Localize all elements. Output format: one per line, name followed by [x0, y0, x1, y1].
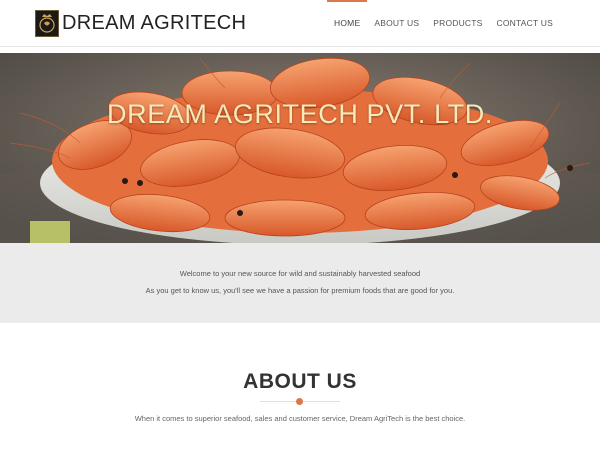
welcome-band: Welcome to your new source for wild and … [0, 243, 600, 323]
logo-link[interactable]: DREAM AGRITECH [35, 10, 246, 37]
divider-dot-icon [296, 398, 303, 405]
welcome-text-2: As you get to know us, you'll see we hav… [145, 286, 455, 295]
brand-name: DREAM AGRITECH [62, 12, 247, 34]
hero-banner: DREAM AGRITECH PVT. LTD. [0, 53, 600, 243]
logo-emblem-icon [35, 10, 59, 37]
nav-about-us[interactable]: ABOUT US [367, 0, 426, 47]
about-section: ABOUT US When it comes to superior seafo… [0, 323, 600, 450]
hero-title: DREAM AGRITECH PVT. LTD. [107, 99, 493, 129]
nav-home[interactable]: HOME [327, 0, 368, 47]
welcome-text-1: Welcome to your new source for wild and … [179, 269, 421, 278]
about-text: When it comes to superior seafood, sales… [134, 414, 466, 423]
about-heading: ABOUT US [243, 370, 357, 393]
main-nav: HOME ABOUT US PRODUCTS CONTACT US [327, 0, 560, 47]
site-header: DREAM AGRITECH HOME ABOUT US PRODUCTS CO… [0, 0, 600, 47]
nav-contact-us[interactable]: CONTACT US [490, 0, 560, 47]
hero-shrimp-image [0, 53, 600, 243]
nav-products[interactable]: PRODUCTS [426, 0, 489, 47]
